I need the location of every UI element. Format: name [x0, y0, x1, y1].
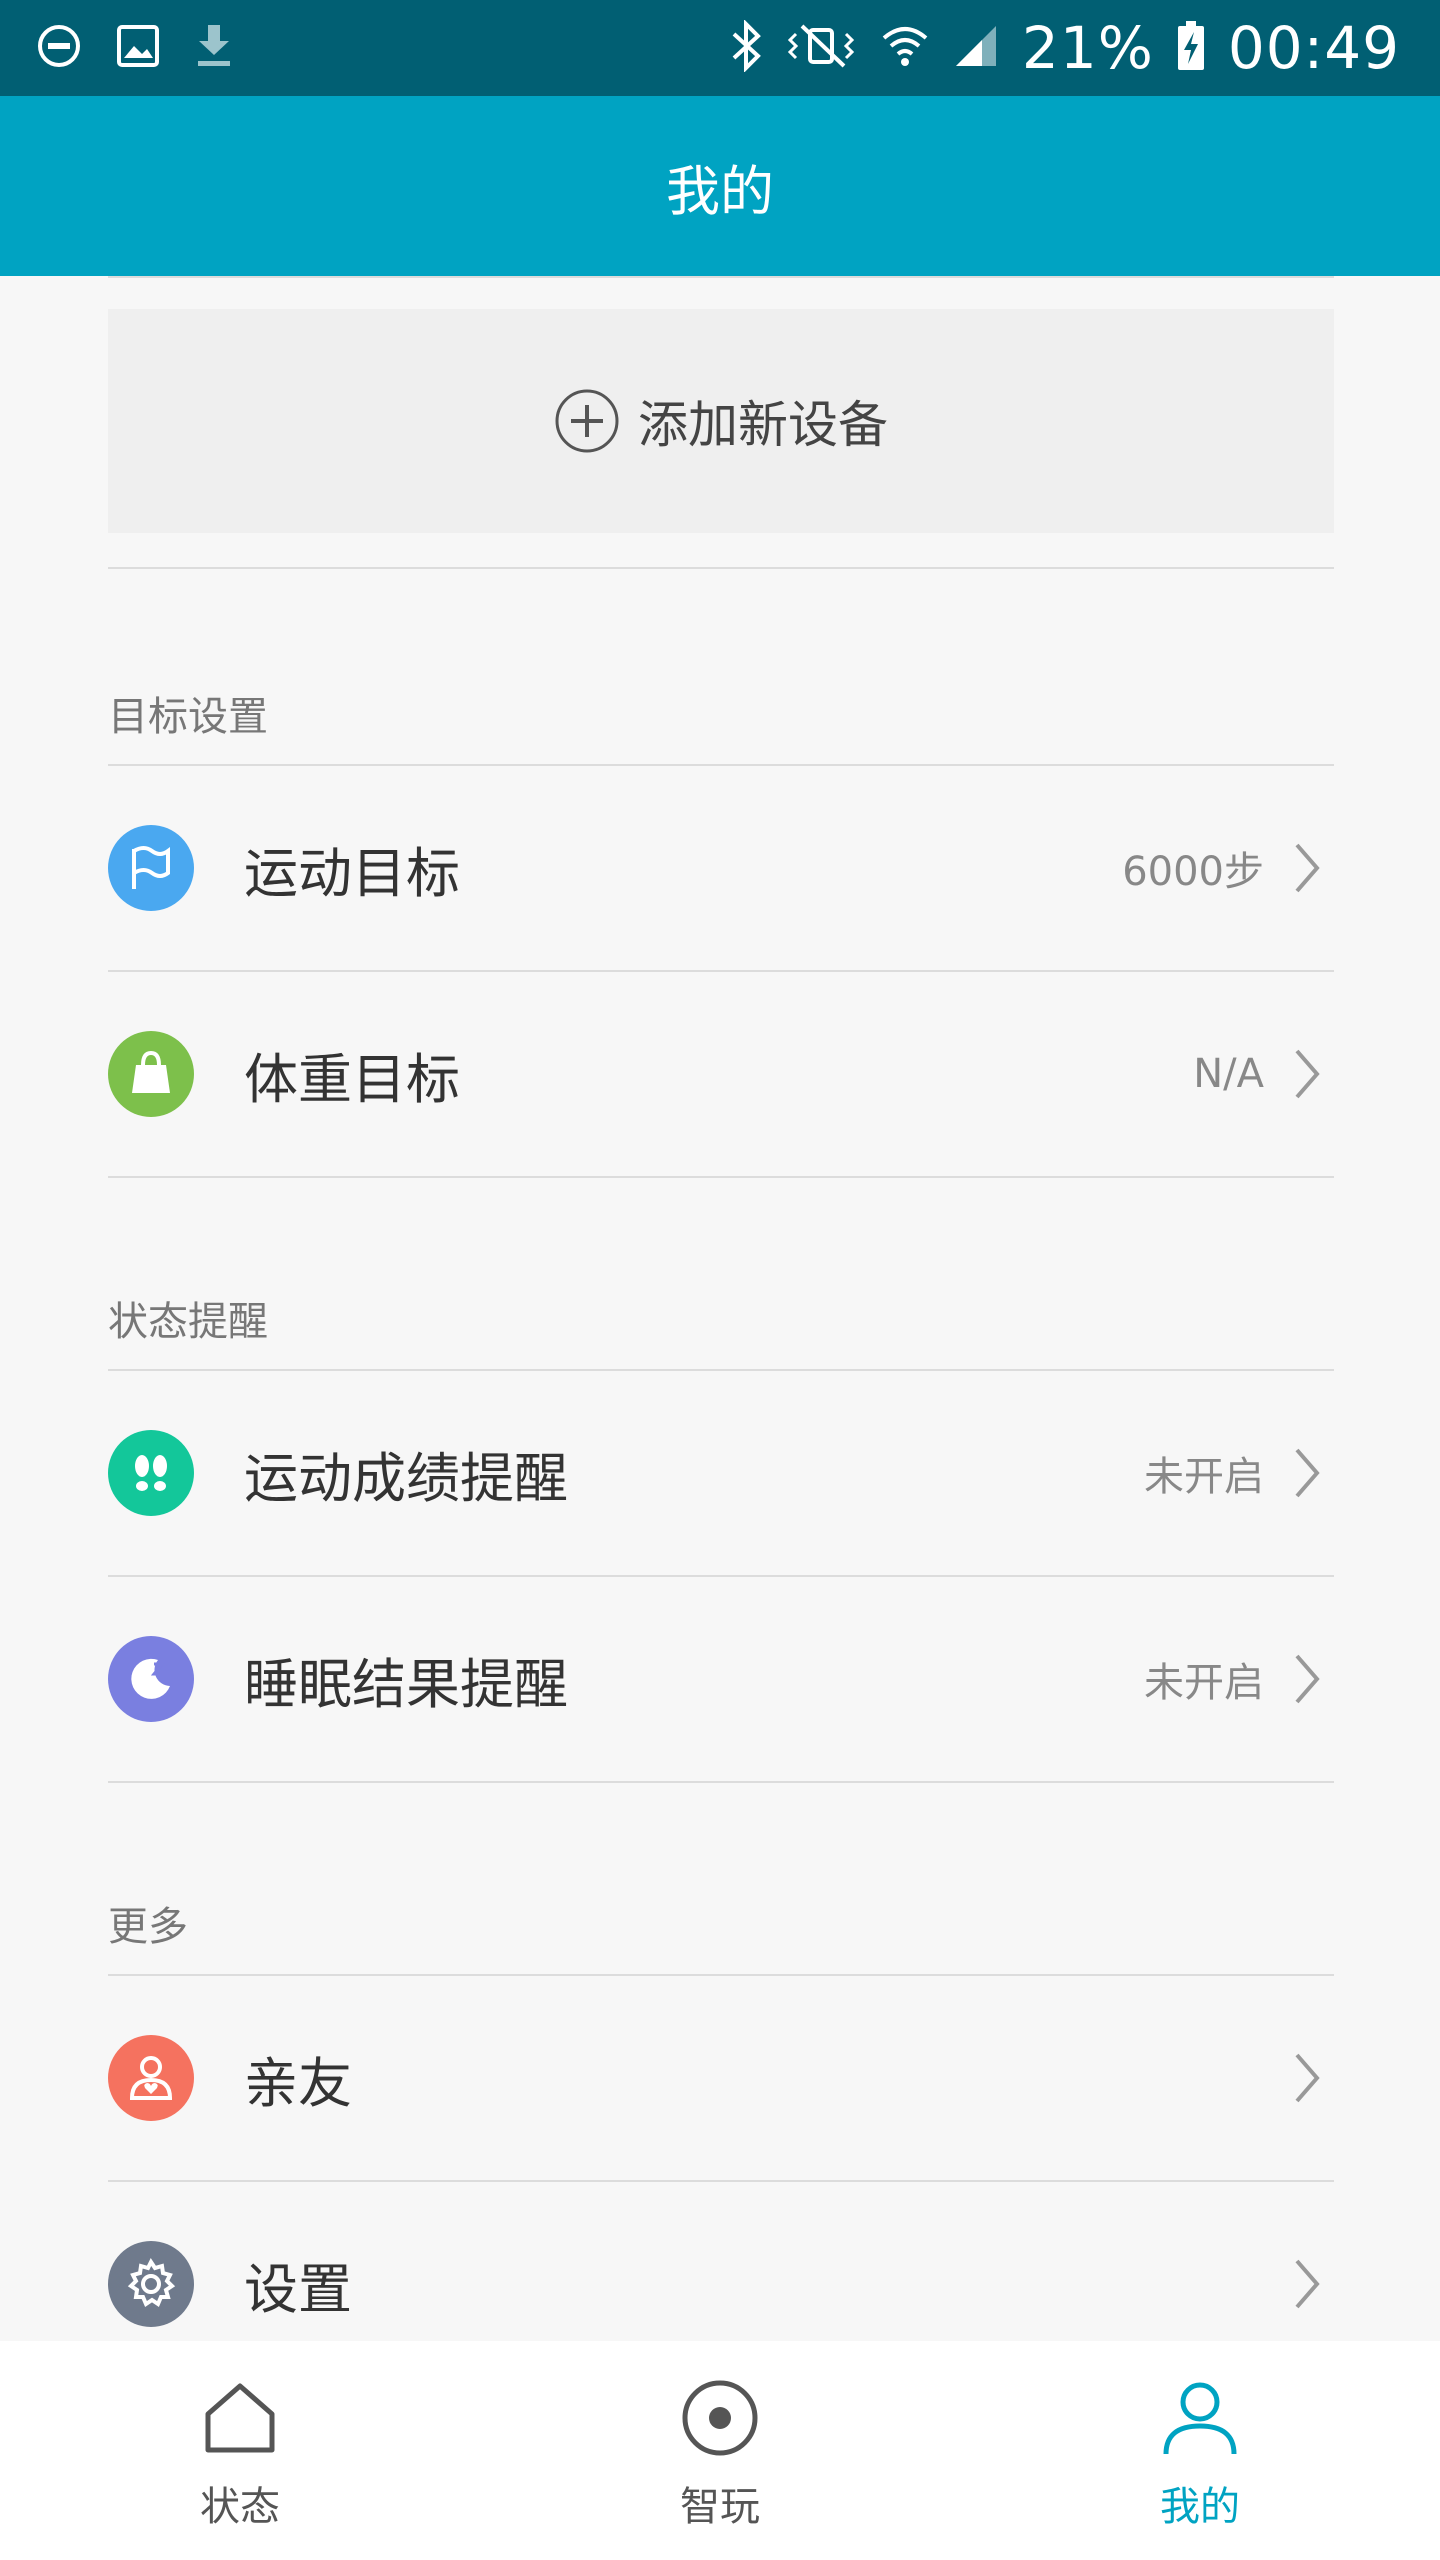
- list-item-exercise-goal[interactable]: 运动目标 6000步: [108, 766, 1334, 970]
- list-item-label: 设置: [244, 2257, 352, 2321]
- list-item-label: 睡眠结果提醒: [244, 1652, 568, 1716]
- list-item-label: 运动目标: [244, 841, 460, 905]
- list-item-friends[interactable]: 亲友: [108, 1976, 1334, 2180]
- list-item-value: 未开启: [1144, 1660, 1264, 1706]
- wifi-icon: [880, 20, 930, 76]
- divider: [108, 1176, 1334, 1178]
- chevron-right-icon: [1294, 2258, 1320, 2310]
- list-item-value: N/A: [1193, 1051, 1264, 1097]
- list-item-exercise-reminder[interactable]: 运动成绩提醒 未开启: [108, 1371, 1334, 1575]
- signal-icon: [952, 22, 1000, 74]
- clock: 00:49: [1227, 14, 1400, 82]
- section-title-more: 更多: [108, 1904, 188, 1950]
- do-not-disturb-icon: [36, 23, 82, 73]
- footprints-icon: [108, 1430, 194, 1516]
- divider: [108, 276, 1334, 278]
- bottom-nav: 状态 智玩 我的: [0, 2341, 1440, 2560]
- download-icon: [194, 23, 234, 73]
- chevron-right-icon: [1294, 1653, 1320, 1705]
- list-item-value: 6000步: [1122, 849, 1264, 895]
- chevron-right-icon: [1294, 2052, 1320, 2104]
- chevron-right-icon: [1294, 842, 1320, 894]
- content-scroll[interactable]: 添加新设备 目标设置 运动目标 6000步 体重目标 N/A 状态提醒 运动成绩…: [0, 276, 1440, 2341]
- chevron-right-icon: [1294, 1048, 1320, 1100]
- nav-item-mine[interactable]: 我的: [960, 2341, 1440, 2560]
- nav-item-play[interactable]: 智玩: [480, 2341, 960, 2560]
- add-circle-icon: [554, 388, 620, 454]
- moon-icon: [108, 1636, 194, 1722]
- list-item-value: 未开启: [1144, 1454, 1264, 1500]
- add-device-button[interactable]: 添加新设备: [108, 309, 1334, 533]
- bluetooth-icon: [730, 19, 764, 76]
- vibrate-mute-icon: [786, 20, 858, 76]
- flag-icon: [108, 825, 194, 911]
- weight-icon: [108, 1031, 194, 1117]
- page-title: 我的: [666, 159, 774, 223]
- list-item-weight-goal[interactable]: 体重目标 N/A: [108, 972, 1334, 1176]
- list-item-sleep-reminder[interactable]: 睡眠结果提醒 未开启: [108, 1577, 1334, 1781]
- friends-icon: [108, 2035, 194, 2121]
- add-device-label: 添加新设备: [638, 396, 888, 454]
- home-icon: [200, 2370, 280, 2466]
- nav-label: 我的: [1160, 2483, 1240, 2530]
- divider: [108, 567, 1334, 569]
- list-item-label: 体重目标: [244, 1047, 460, 1111]
- list-item-settings[interactable]: 设置: [108, 2182, 1334, 2341]
- list-item-label: 亲友: [244, 2051, 352, 2115]
- chevron-right-icon: [1294, 1447, 1320, 1499]
- app-bar: 我的: [0, 96, 1440, 276]
- image-icon: [116, 24, 160, 72]
- gear-icon: [108, 2241, 194, 2327]
- battery-charging-icon: [1176, 20, 1206, 76]
- section-title-goals: 目标设置: [108, 694, 268, 740]
- status-bar: 21% 00:49: [0, 0, 1440, 96]
- list-item-label: 运动成绩提醒: [244, 1446, 568, 1510]
- user-icon: [1160, 2370, 1240, 2466]
- play-icon: [680, 2370, 760, 2466]
- nav-label: 智玩: [680, 2483, 760, 2530]
- nav-item-status[interactable]: 状态: [0, 2341, 480, 2560]
- section-title-reminders: 状态提醒: [108, 1299, 268, 1345]
- battery-percent: 21%: [1021, 14, 1154, 82]
- divider: [108, 1781, 1334, 1783]
- nav-label: 状态: [200, 2483, 280, 2530]
